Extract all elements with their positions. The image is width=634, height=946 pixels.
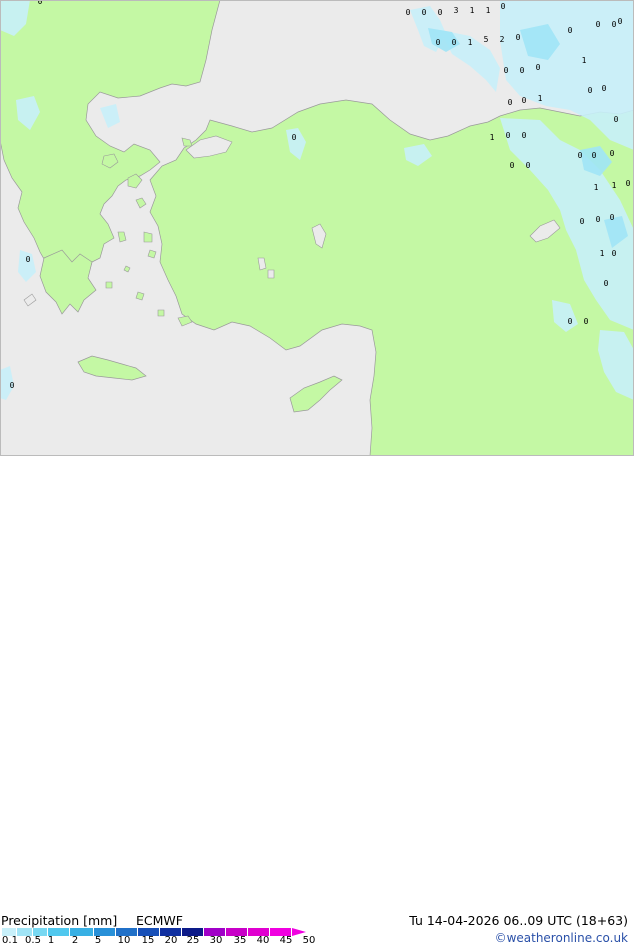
precip-value: 0 — [10, 381, 15, 390]
precip-value: 0 — [580, 217, 585, 226]
precip-value: 0 — [612, 20, 617, 29]
precip-value: 0 — [452, 38, 457, 47]
colorbar-swatch — [33, 928, 48, 936]
colorbar-swatch — [2, 928, 17, 936]
colorbar-label: 30 — [209, 935, 223, 946]
precip-value: 1 — [490, 133, 495, 142]
colorbar-label: 0.1 — [2, 935, 18, 946]
precip-value: 0 — [506, 131, 511, 140]
map-footer: Precipitation [mm] ECMWF Tu 14-04-2026 0… — [0, 456, 634, 946]
precip-value: 0 — [588, 86, 593, 95]
colorbar-swatch — [204, 928, 226, 936]
precip-value: 0 — [604, 279, 609, 288]
precip-value: 0 — [516, 33, 521, 42]
precip-value: 0 — [592, 151, 597, 160]
colorbar-label: 10 — [117, 935, 131, 946]
colorbar-swatch — [226, 928, 248, 936]
precip-value: 0 — [596, 20, 601, 29]
precip-value: 0 — [504, 66, 509, 75]
colorbar-swatch — [17, 928, 33, 936]
precip-value: 0 — [610, 213, 615, 222]
precip-value: 0 — [610, 149, 615, 158]
colorbar-label: 2 — [71, 935, 79, 946]
precip-value: 0 — [422, 8, 427, 17]
valid-time: Tu 14-04-2026 06..09 UTC (18+63) — [409, 913, 628, 928]
colorbar-label: 40 — [256, 935, 270, 946]
precip-value: 0 — [526, 161, 531, 170]
colorbar-label: 1 — [47, 935, 55, 946]
colorbar-label: 20 — [164, 935, 178, 946]
colorbar-swatch — [94, 928, 116, 936]
precip-value: 0 — [438, 8, 443, 17]
colorbar-label: 50 — [302, 935, 316, 946]
precip-value: 0 — [584, 317, 589, 326]
credit-link[interactable]: ©weatheronline.co.uk — [495, 931, 628, 945]
precip-value: 1 — [612, 181, 617, 190]
precip-value: 0 — [406, 8, 411, 17]
precip-value: 1 — [582, 56, 587, 65]
colorbar-swatch — [138, 928, 160, 936]
colorbar-swatch — [70, 928, 94, 936]
precip-value: 0 — [26, 255, 31, 264]
colorbar-swatch — [270, 928, 292, 936]
colorbar-label: 0.5 — [25, 935, 41, 946]
colorbar-swatch — [248, 928, 270, 936]
colorbar-label: 45 — [279, 935, 293, 946]
precip-value: 1 — [470, 6, 475, 15]
precip-value: 0 — [508, 98, 513, 107]
map-title: Precipitation [mm] — [1, 913, 118, 928]
precip-value: 0 — [522, 131, 527, 140]
precipitation-map: 0 0 0 3 1 1 0 0 0 1 5 2 0 0 0 0 1 0 0 0 0 0 1 0 0 1 0 0 0 0 0 0 0 1 1 0 0 0 0 1… — [0, 0, 634, 456]
colorbar-label: 15 — [141, 935, 155, 946]
colorbar-arrow-icon — [292, 928, 306, 936]
precip-value: 0 — [614, 115, 619, 124]
precip-value: 0 — [568, 26, 573, 35]
colorbar-swatch — [48, 928, 70, 936]
precip-value: 0 — [436, 38, 441, 47]
colorbar-label: 25 — [186, 935, 200, 946]
precip-value: 0 — [292, 133, 297, 142]
precip-value: 0 — [612, 249, 617, 258]
colorbar-swatch — [182, 928, 204, 936]
colorbar-label: 35 — [233, 935, 247, 946]
colorbar-swatch — [160, 928, 182, 936]
precip-value: 2 — [500, 35, 505, 44]
weather-map-container: 0003110001520000100000100100000001100001… — [0, 0, 634, 946]
colorbar — [2, 928, 306, 936]
precip-value: 0 — [578, 151, 583, 160]
precip-value: 0 — [501, 2, 506, 11]
model-name: ECMWF — [136, 913, 183, 928]
precip-value: 1 — [600, 249, 605, 258]
colorbar-swatch — [116, 928, 138, 936]
colorbar-label: 5 — [94, 935, 102, 946]
precip-value: 1 — [538, 94, 543, 103]
precip-value: 1 — [594, 183, 599, 192]
precip-value: 0 — [568, 317, 573, 326]
precip-value: 0 — [510, 161, 515, 170]
precip-value: 1 — [468, 38, 473, 47]
colorbar-labels: 0.1 0.5 1 2 5 10 15 20 25 30 35 40 45 50 — [0, 936, 330, 946]
precip-value: 0 — [536, 63, 541, 72]
precip-value: 0 — [602, 84, 607, 93]
precip-value: 1 — [486, 6, 491, 15]
precip-value: 0 — [522, 96, 527, 105]
precip-value: 0 — [520, 66, 525, 75]
precip-value: 5 — [484, 35, 489, 44]
precip-value: 3 — [454, 6, 459, 15]
precip-value: 0 — [596, 215, 601, 224]
precip-value: 0 — [626, 179, 631, 188]
precip-value: 0 — [618, 17, 623, 26]
